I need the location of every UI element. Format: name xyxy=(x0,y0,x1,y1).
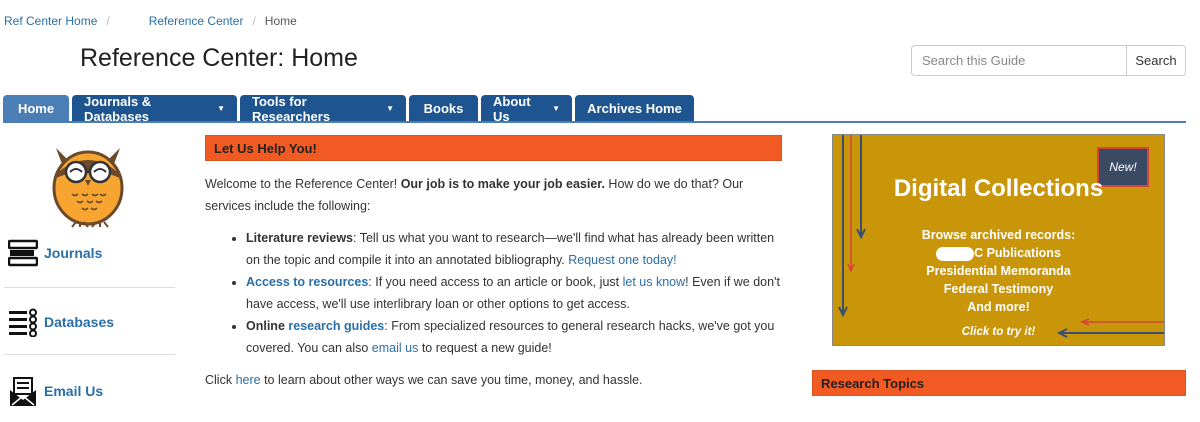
tab-label: Tools for Researchers xyxy=(252,93,331,124)
sidebar-divider xyxy=(4,287,175,288)
tab-label: Home xyxy=(17,101,55,116)
breadcrumb-home-link[interactable]: Ref Center Home xyxy=(4,14,97,28)
search-input[interactable] xyxy=(911,45,1127,76)
search-button[interactable]: Search xyxy=(1127,45,1186,76)
service-text: to request a new guide! xyxy=(418,341,552,355)
digital-collections-banner[interactable]: New! Digital Collections Browse archived… xyxy=(832,134,1165,346)
promo-line: Browse archived records: xyxy=(921,228,1076,242)
let-us-know-link[interactable]: let us know xyxy=(623,275,686,289)
intro-bold-text: Our job is to make your job easier. xyxy=(400,177,605,191)
request-bibliography-link[interactable]: Request one today! xyxy=(568,253,676,267)
tab-rule xyxy=(3,121,1186,123)
sidebar-item-email-us[interactable]: Email Us xyxy=(8,376,103,406)
access-to-resources-link[interactable]: Access to resources xyxy=(246,275,368,289)
help-box-heading: Let Us Help You! xyxy=(205,135,782,161)
database-list-icon xyxy=(9,308,37,337)
sidebar-item-databases[interactable]: Databases xyxy=(8,307,114,337)
service-title: Online xyxy=(246,319,289,333)
promo-line-text: C Publications xyxy=(974,246,1061,260)
promo-cta: Click to try it! xyxy=(961,326,1036,338)
promo-lines: Browse archived records: C Publications … xyxy=(833,226,1164,316)
breadcrumb-current: Home xyxy=(264,14,297,28)
tab-label: Archives Home xyxy=(587,101,682,116)
list-item: Online research guides: From specialized… xyxy=(246,315,785,359)
research-topics-heading: Research Topics xyxy=(812,370,1186,396)
tab-label: Books xyxy=(423,101,464,116)
sidebar-divider xyxy=(4,354,175,355)
tab-archives-home[interactable]: Archives Home xyxy=(575,95,694,122)
intro-text: Welcome to the Reference Center! xyxy=(205,177,401,191)
promo-line: Federal Testimony xyxy=(943,282,1054,296)
help-intro: Welcome to the Reference Center! Our job… xyxy=(205,173,785,217)
breadcrumb-separator: / xyxy=(106,14,110,28)
books-stack-icon xyxy=(8,239,38,267)
service-text: : If you need access to an article or bo… xyxy=(368,275,623,289)
service-title: Literature reviews xyxy=(246,231,353,245)
nav-tabs: Home Journals & Databases ▼ Tools for Re… xyxy=(3,93,697,124)
guide-search: Search xyxy=(911,45,1186,76)
tab-label: About Us xyxy=(493,93,531,124)
promo-title: Digital Collections xyxy=(893,175,1104,202)
caret-down-icon: ▼ xyxy=(386,104,394,113)
page-title: Reference Center: Home xyxy=(80,44,358,72)
sidebar-item-label: Journals xyxy=(44,245,103,261)
sidebar-item-journals[interactable]: Journals xyxy=(8,238,102,268)
tab-journals-databases[interactable]: Journals & Databases ▼ xyxy=(72,93,237,124)
redaction-blot xyxy=(936,246,975,261)
footer-text: to learn about other ways we can save yo… xyxy=(260,373,643,387)
research-topics-heading-text: Research Topics xyxy=(821,375,925,391)
breadcrumb-separator: / xyxy=(252,14,256,28)
owl-mascot-icon xyxy=(52,148,124,228)
sidebar-item-label: Email Us xyxy=(44,383,104,399)
learn-more-here-link[interactable]: here xyxy=(236,373,261,387)
promo-line: And more! xyxy=(967,300,1030,314)
research-guides-link[interactable]: research guides xyxy=(288,319,384,333)
caret-down-icon: ▼ xyxy=(217,104,225,113)
tab-home[interactable]: Home xyxy=(3,95,69,122)
sidebar-item-label: Databases xyxy=(44,314,115,330)
footer-text: Click xyxy=(205,373,236,387)
promo-line-with-redaction: C Publications xyxy=(833,244,1164,262)
help-box-heading-text: Let Us Help You! xyxy=(214,140,317,156)
tab-tools-for-researchers[interactable]: Tools for Researchers ▼ xyxy=(240,93,406,124)
services-list: Literature reviews: Tell us what you wan… xyxy=(246,227,785,359)
breadcrumb: Ref Center Home / Reference Center / Hom… xyxy=(4,14,297,28)
tab-books[interactable]: Books xyxy=(409,95,478,122)
list-item: Access to resources: If you need access … xyxy=(246,271,785,315)
help-box-content: Welcome to the Reference Center! Our job… xyxy=(205,173,785,391)
caret-down-icon: ▼ xyxy=(552,104,560,113)
promo-line: Presidential Memoranda xyxy=(926,264,1071,278)
breadcrumb-parent-link[interactable]: Reference Center xyxy=(149,14,244,28)
tab-about-us[interactable]: About Us ▼ xyxy=(481,93,572,124)
tab-label: Journals & Databases xyxy=(84,93,152,124)
help-footer: Click here to learn about other ways we … xyxy=(205,369,785,391)
email-us-link[interactable]: email us xyxy=(372,341,419,355)
list-item: Literature reviews: Tell us what you wan… xyxy=(246,227,785,271)
breadcrumb-redacted-link[interactable] xyxy=(118,16,149,26)
envelope-icon xyxy=(10,377,36,406)
